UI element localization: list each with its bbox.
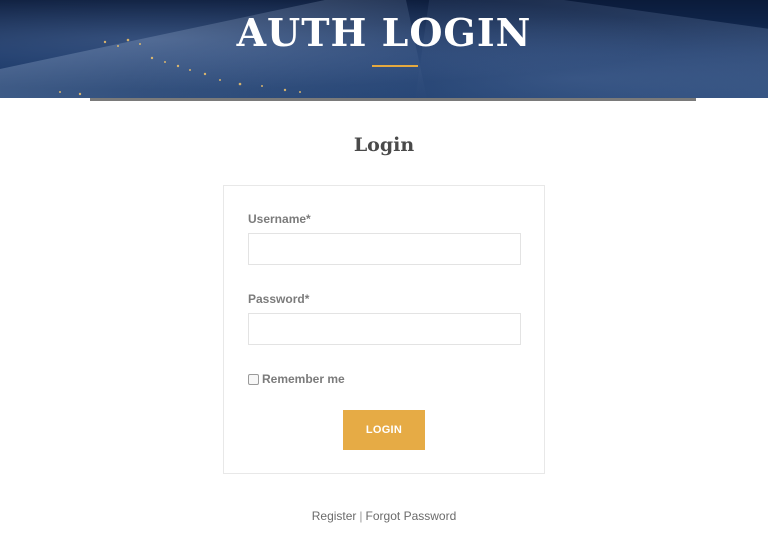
page-title: Login: [353, 134, 415, 156]
username-input[interactable]: [248, 233, 521, 265]
username-label: Username*: [248, 212, 311, 226]
remember-me-checkbox[interactable]: [248, 373, 259, 385]
remember-me-label[interactable]: Remember me: [262, 372, 345, 386]
forgot-password-link[interactable]: Forgot Password: [366, 509, 457, 523]
link-separator: |: [359, 509, 363, 523]
auth-links: Register | Forgot Password: [0, 509, 768, 523]
register-link[interactable]: Register: [312, 509, 357, 523]
page-banner-title: AUTH LOGIN: [236, 10, 532, 55]
login-button[interactable]: LOGIN: [343, 410, 425, 450]
password-label: Password*: [248, 292, 310, 306]
hero-banner: AUTH LOGIN: [0, 0, 768, 98]
password-input[interactable]: [248, 313, 521, 345]
header-divider: [90, 98, 696, 101]
remember-me-row[interactable]: Remember me: [248, 372, 345, 386]
title-underline-accent: [372, 65, 418, 67]
